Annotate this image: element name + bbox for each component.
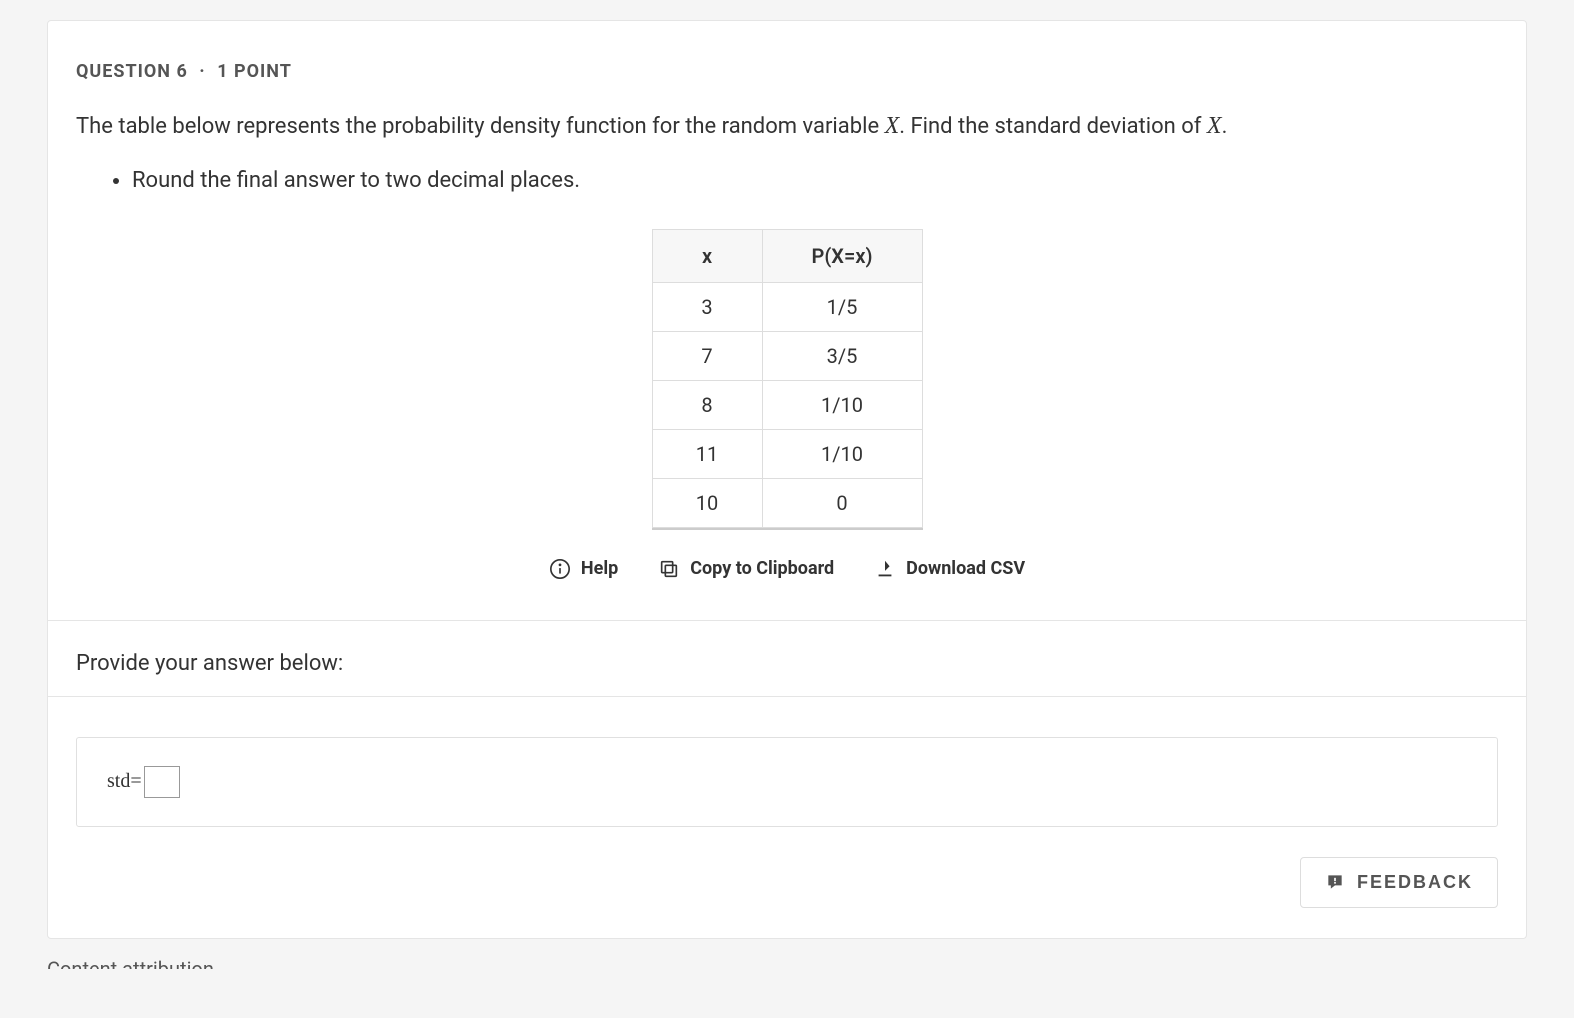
table-row: 10 0 bbox=[652, 478, 922, 527]
question-card: QUESTION 6 · 1 POINT The table below rep… bbox=[47, 20, 1527, 939]
answer-prompt-section: Provide your answer below: bbox=[48, 620, 1526, 696]
help-label: Help bbox=[581, 558, 618, 579]
table-header-p: P(X=x) bbox=[762, 229, 922, 282]
info-icon bbox=[549, 558, 571, 580]
question-number: QUESTION 6 bbox=[76, 61, 188, 82]
table-header-x: x bbox=[652, 229, 762, 282]
table-row: 7 3/5 bbox=[652, 331, 922, 380]
separator-dot: · bbox=[199, 61, 205, 82]
table-actions: Help Copy to Clipboard Download CSV bbox=[76, 558, 1498, 584]
probability-table: x P(X=x) 3 1/5 7 3/5 8 1/10 bbox=[652, 229, 923, 528]
table-row: 8 1/10 bbox=[652, 380, 922, 429]
instruction-item: Round the final answer to two decimal pl… bbox=[132, 168, 1498, 193]
feedback-icon bbox=[1325, 872, 1345, 892]
download-button[interactable]: Download CSV bbox=[874, 558, 1025, 580]
question-prompt: The table below represents the probabili… bbox=[76, 110, 1498, 144]
download-label: Download CSV bbox=[906, 558, 1025, 579]
table-row: 11 1/10 bbox=[652, 429, 922, 478]
content-attribution[interactable]: Content attribution bbox=[47, 955, 1527, 969]
copy-icon bbox=[658, 558, 680, 580]
question-points: 1 POINT bbox=[217, 61, 292, 82]
table-row: 3 1/5 bbox=[652, 282, 922, 331]
question-header: QUESTION 6 · 1 POINT bbox=[76, 61, 1498, 82]
copy-label: Copy to Clipboard bbox=[690, 558, 834, 579]
variable-x: X bbox=[1207, 113, 1222, 139]
std-input[interactable] bbox=[144, 766, 180, 798]
instruction-list: Round the final answer to two decimal pl… bbox=[76, 168, 1498, 193]
answer-prefix: std= bbox=[107, 770, 142, 793]
feedback-button[interactable]: FEEDBACK bbox=[1300, 857, 1498, 908]
answer-input-box[interactable]: std= bbox=[76, 737, 1498, 827]
feedback-label: FEEDBACK bbox=[1357, 872, 1473, 893]
variable-x: X bbox=[885, 113, 900, 139]
answer-prompt: Provide your answer below: bbox=[76, 651, 1498, 676]
download-icon bbox=[874, 558, 896, 580]
help-button[interactable]: Help bbox=[549, 558, 618, 580]
copy-button[interactable]: Copy to Clipboard bbox=[658, 558, 834, 580]
